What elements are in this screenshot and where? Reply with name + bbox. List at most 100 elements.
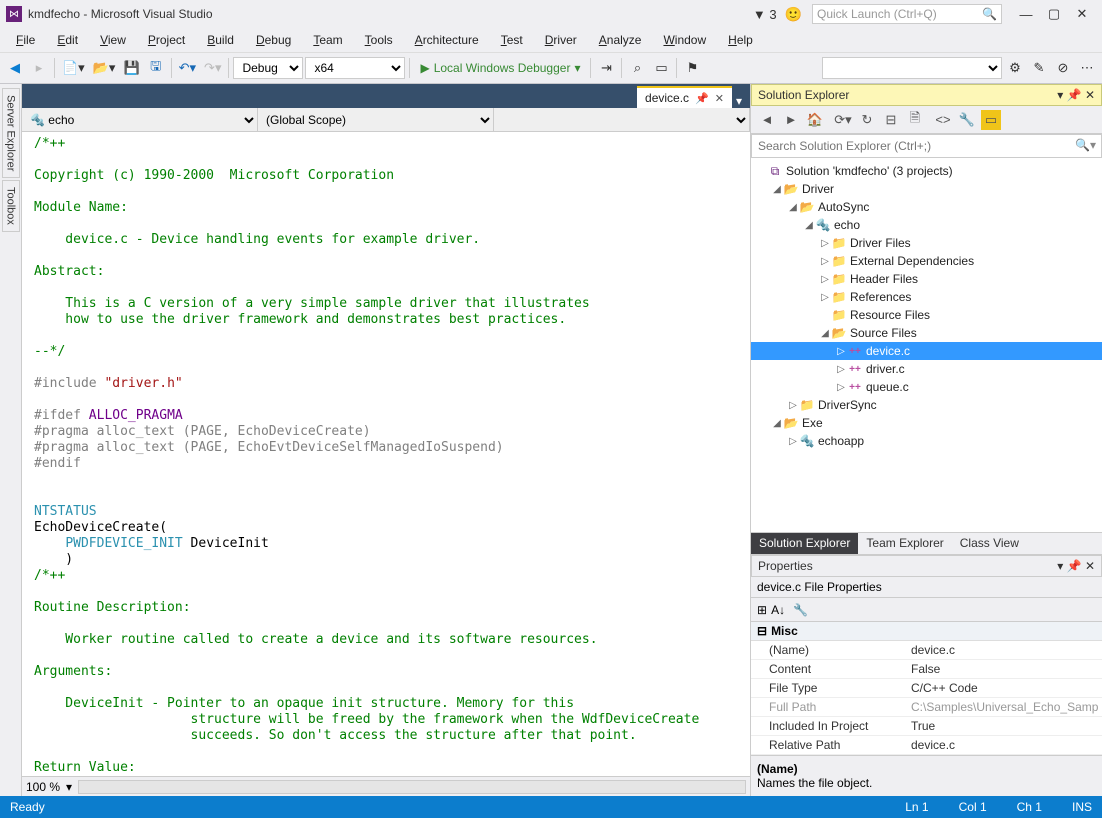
code-editor[interactable]: /*++ Copyright (c) 1990-2000 Microsoft C… (22, 132, 750, 776)
tree-driver-c[interactable]: ▷++driver.c (751, 360, 1102, 378)
close-button[interactable]: ✕ (1068, 4, 1096, 24)
bottom-tab-solution-explorer[interactable]: Solution Explorer (751, 533, 858, 554)
redo-button[interactable]: ↷▾ (201, 57, 224, 79)
quick-launch-input[interactable]: Quick Launch (Ctrl+Q) 🔍 (812, 4, 1002, 24)
bottom-tab-class-view[interactable]: Class View (952, 533, 1027, 554)
tree-device-c[interactable]: ▷++device.c (751, 342, 1102, 360)
tree-autosync[interactable]: ◢📂AutoSync (751, 198, 1102, 216)
attach-button[interactable]: ⚑ (681, 57, 703, 79)
solution-tree[interactable]: ⧉Solution 'kmdfecho' (3 projects)◢📂Drive… (751, 158, 1102, 532)
close-tab-icon[interactable]: ✕ (715, 92, 724, 105)
back-icon[interactable]: ◄ (757, 110, 777, 130)
showall-icon[interactable]: 🗎 (905, 110, 925, 130)
menu-view[interactable]: View (90, 30, 136, 50)
panel-dropdown-icon[interactable]: ▾ (1057, 88, 1063, 102)
open-button[interactable]: 📂▾ (90, 57, 119, 79)
panel-close-icon[interactable]: ✕ (1085, 88, 1095, 102)
document-tab-device-c[interactable]: device.c 📌 ✕ (637, 86, 732, 108)
tree-driversync[interactable]: ▷📁DriverSync (751, 396, 1102, 414)
notification-flag-icon[interactable]: ▼ 3 (753, 7, 777, 22)
cmd-window-button[interactable]: ▭ (650, 57, 672, 79)
find-button[interactable]: ⌕ (626, 57, 648, 79)
h-scrollbar[interactable] (78, 780, 746, 794)
save-button[interactable]: 💾 (120, 57, 142, 79)
tree-references[interactable]: ▷📁References (751, 288, 1102, 306)
prop-row[interactable]: Relative Pathdevice.c (751, 736, 1102, 755)
scope-combo-type[interactable]: (Global Scope) (258, 108, 494, 132)
tree-extdeps[interactable]: ▷📁External Dependencies (751, 252, 1102, 270)
menu-file[interactable]: File (6, 30, 45, 50)
alpha-icon[interactable]: A↓ (771, 603, 785, 617)
preview-icon[interactable]: ▭ (981, 110, 1001, 130)
save-all-button[interactable]: 🖫 (145, 57, 167, 79)
menu-project[interactable]: Project (138, 30, 195, 50)
collapse-icon[interactable]: ⊟ (881, 110, 901, 130)
menu-analyze[interactable]: Analyze (589, 30, 652, 50)
wrench-icon[interactable]: 🔧 (793, 603, 808, 617)
properties-icon[interactable]: 🔧 (957, 110, 977, 130)
scope-combo-project[interactable]: 🔩 echo (22, 108, 258, 132)
tree-queue-c[interactable]: ▷++queue.c (751, 378, 1102, 396)
fwd-icon[interactable]: ► (781, 110, 801, 130)
tree-sourcefiles[interactable]: ◢📂Source Files (751, 324, 1102, 342)
menu-edit[interactable]: Edit (47, 30, 88, 50)
panel-pin-icon[interactable]: 📌 (1067, 88, 1082, 102)
menu-driver[interactable]: Driver (535, 30, 587, 50)
refresh-icon[interactable]: ↻ (857, 110, 877, 130)
platform-combo[interactable]: x64 (305, 57, 405, 79)
categorized-icon[interactable]: ⊞ (757, 603, 767, 617)
tree-driver[interactable]: ◢📂Driver (751, 180, 1102, 198)
home-icon[interactable]: 🏠 (805, 110, 825, 130)
prop-row[interactable]: Full PathC:\Samples\Universal_Echo_Samp (751, 698, 1102, 717)
more-button[interactable]: ⋯ (1076, 57, 1098, 79)
menu-help[interactable]: Help (718, 30, 763, 50)
minimize-button[interactable]: — (1012, 4, 1040, 24)
zoom-level[interactable]: 100 % (26, 780, 60, 794)
solution-search-input[interactable] (751, 134, 1102, 158)
menu-test[interactable]: Test (491, 30, 533, 50)
config-combo[interactable]: Debug (233, 57, 303, 79)
tree-driverfiles[interactable]: ▷📁Driver Files (751, 234, 1102, 252)
nav-fwd-button[interactable]: ▸ (28, 57, 50, 79)
menu-debug[interactable]: Debug (246, 30, 301, 50)
maximize-button[interactable]: ▢ (1040, 4, 1068, 24)
menu-team[interactable]: Team (303, 30, 352, 50)
tree-headerfiles[interactable]: ▷📁Header Files (751, 270, 1102, 288)
magic-button[interactable]: ✎ (1028, 57, 1050, 79)
bottom-tab-team-explorer[interactable]: Team Explorer (858, 533, 951, 554)
tree-solution[interactable]: ⧉Solution 'kmdfecho' (3 projects) (751, 162, 1102, 180)
panel-dropdown-icon[interactable]: ▾ (1057, 559, 1063, 573)
sync-icon[interactable]: ⟳▾ (833, 110, 853, 130)
sidetab-toolbox[interactable]: Toolbox (2, 180, 20, 232)
code-view-icon[interactable]: <> (933, 110, 953, 130)
cancel-build-button[interactable]: ⊘ (1052, 57, 1074, 79)
start-debug-button[interactable]: ▶ Local Windows Debugger ▾ (414, 61, 586, 75)
nav-back-button[interactable]: ◀ (4, 57, 26, 79)
menu-build[interactable]: Build (197, 30, 244, 50)
menu-tools[interactable]: Tools (355, 30, 403, 50)
tree-echoapp[interactable]: ▷🔩echoapp (751, 432, 1102, 450)
panel-pin-icon[interactable]: 📌 (1067, 559, 1082, 573)
prop-row[interactable]: Included In ProjectTrue (751, 717, 1102, 736)
menu-architecture[interactable]: Architecture (405, 30, 489, 50)
prop-category[interactable]: ⊟ Misc (751, 622, 1102, 641)
prop-row[interactable]: ContentFalse (751, 660, 1102, 679)
tree-resourcefiles[interactable]: 📁Resource Files (751, 306, 1102, 324)
deploy-button[interactable]: ⚙ (1004, 57, 1026, 79)
tab-overflow-icon[interactable]: ▾ (732, 94, 746, 108)
sidetab-server-explorer[interactable]: Server Explorer (2, 88, 20, 178)
target-combo[interactable] (822, 57, 1002, 79)
menu-window[interactable]: Window (653, 30, 716, 50)
undo-button[interactable]: ↶▾ (176, 57, 199, 79)
properties-grid[interactable]: ⊟ Misc(Name)device.cContentFalseFile Typ… (751, 622, 1102, 755)
zoom-chevron-icon[interactable]: ▾ (66, 780, 72, 794)
tree-exe[interactable]: ◢📂Exe (751, 414, 1102, 432)
tree-echo[interactable]: ◢🔩echo (751, 216, 1102, 234)
scope-combo-member[interactable] (494, 108, 750, 132)
pin-icon[interactable]: 📌 (695, 92, 709, 105)
panel-close-icon[interactable]: ✕ (1085, 559, 1095, 573)
feedback-smile-icon[interactable]: 🙂 (785, 6, 802, 23)
prop-row[interactable]: (Name)device.c (751, 641, 1102, 660)
step-button[interactable]: ⇥ (595, 57, 617, 79)
new-project-button[interactable]: 📄▾ (59, 57, 88, 79)
